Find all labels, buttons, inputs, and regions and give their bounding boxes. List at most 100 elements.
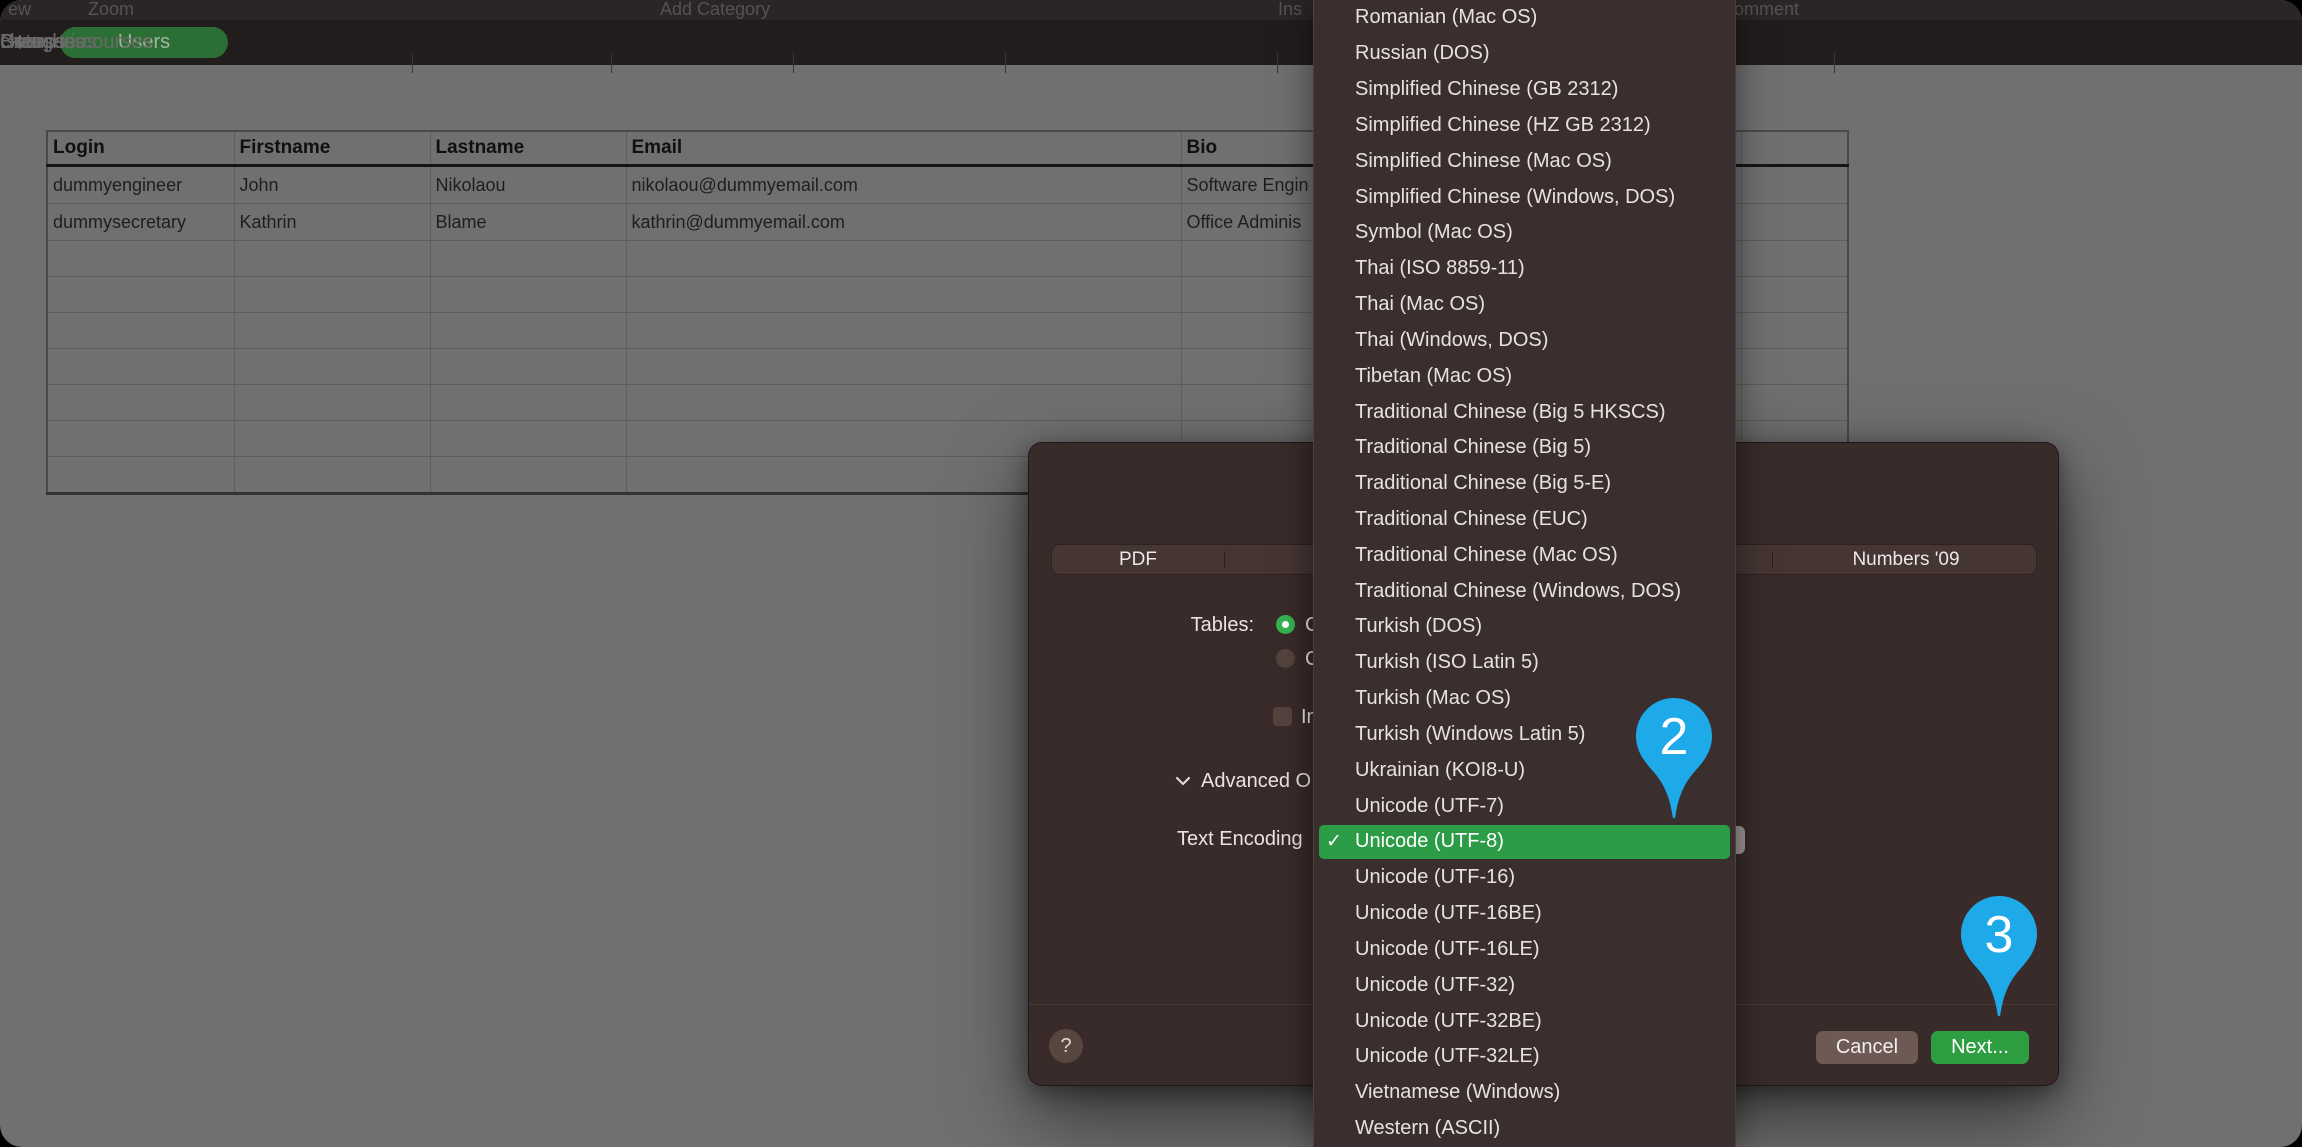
menu-item-label: Traditional Chinese (Big 5 HKSCS): [1355, 401, 1666, 424]
table-cell[interactable]: [1741, 277, 1848, 313]
menu-item[interactable]: ✓Western (ASCII): [1314, 1111, 1735, 1147]
tables-radio-unselected[interactable]: [1276, 649, 1295, 668]
menu-item[interactable]: ✓Turkish (ISO Latin 5): [1314, 645, 1735, 681]
table-cell[interactable]: [430, 241, 626, 277]
cancel-button[interactable]: Cancel: [1816, 1031, 1918, 1064]
menu-item[interactable]: ✓Unicode (UTF-16LE): [1314, 932, 1735, 968]
menu-item[interactable]: ✓Simplified Chinese (HZ GB 2312): [1314, 107, 1735, 143]
column-header[interactable]: Email: [626, 131, 1181, 166]
table-cell[interactable]: [430, 313, 626, 349]
menu-item[interactable]: ✓Unicode (UTF-32BE): [1314, 1003, 1735, 1039]
menu-item[interactable]: ✓Traditional Chinese (Big 5): [1314, 430, 1735, 466]
table-cell[interactable]: [1741, 241, 1848, 277]
table-cell[interactable]: [234, 277, 430, 313]
menu-item[interactable]: ✓Traditional Chinese (Big 5 HKSCS): [1314, 394, 1735, 430]
menu-item[interactable]: ✓Thai (ISO 8859-11): [1314, 251, 1735, 287]
include-checkbox[interactable]: [1273, 707, 1292, 726]
table-cell[interactable]: [626, 349, 1181, 385]
table-cell[interactable]: [1741, 385, 1848, 421]
callout-pin-2: 2: [1636, 698, 1712, 820]
menu-item-label: Traditional Chinese (Big 5-E): [1355, 472, 1611, 495]
menu-item[interactable]: ✓Unicode (UTF-16): [1314, 860, 1735, 896]
menu-item[interactable]: ✓Unicode (UTF-32LE): [1314, 1039, 1735, 1075]
menu-item[interactable]: ✓Russian (DOS): [1314, 36, 1735, 72]
table-cell[interactable]: [626, 385, 1181, 421]
tab-divider: [1834, 53, 1835, 73]
table-cell[interactable]: [626, 313, 1181, 349]
toolbar-item-insert[interactable]: Ins: [1278, 0, 1302, 20]
table-cell[interactable]: Kathrin: [234, 204, 430, 241]
sheet-tab-ches[interactable]: ches: [0, 20, 42, 65]
table-cell[interactable]: [234, 349, 430, 385]
menu-item[interactable]: ✓Thai (Windows, DOS): [1314, 322, 1735, 358]
table-cell[interactable]: nikolaou@dummyemail.com: [626, 166, 1181, 204]
menu-item[interactable]: ✓Unicode (UTF-32): [1314, 967, 1735, 1003]
table-cell[interactable]: Nikolaou: [430, 166, 626, 204]
table-cell[interactable]: Blame: [430, 204, 626, 241]
table-cell[interactable]: [47, 457, 234, 494]
menu-item[interactable]: ✓Traditional Chinese (EUC): [1314, 502, 1735, 538]
menu-item-label: Unicode (UTF-16BE): [1355, 902, 1542, 925]
table-cell[interactable]: [430, 349, 626, 385]
table-cell[interactable]: [47, 421, 234, 457]
table-cell[interactable]: [430, 421, 626, 457]
table-cell[interactable]: [47, 277, 234, 313]
next-button[interactable]: Next...: [1931, 1031, 2029, 1064]
toolbar-item-add-category[interactable]: Add Category: [660, 0, 770, 20]
table-cell[interactable]: [1741, 313, 1848, 349]
table-cell[interactable]: [1741, 349, 1848, 385]
column-header[interactable]: Firstname: [234, 131, 430, 166]
table-cell[interactable]: [234, 421, 430, 457]
column-header[interactable]: Login: [47, 131, 234, 166]
menu-item-label: Unicode (UTF-32BE): [1355, 1010, 1542, 1033]
table-cell[interactable]: [1741, 166, 1848, 204]
table-cell[interactable]: [47, 241, 234, 277]
menu-item-label: Western (ASCII): [1355, 1117, 1500, 1140]
menu-item[interactable]: ✓Simplified Chinese (Windows, DOS): [1314, 179, 1735, 215]
menu-item[interactable]: ✓Simplified Chinese (Mac OS): [1314, 143, 1735, 179]
table-cell[interactable]: [430, 385, 626, 421]
menu-item[interactable]: ✓Thai (Mac OS): [1314, 287, 1735, 323]
table-cell[interactable]: [626, 241, 1181, 277]
menu-item[interactable]: ✓Romanian (Mac OS): [1314, 0, 1735, 36]
table-cell[interactable]: [47, 385, 234, 421]
table-cell[interactable]: [430, 457, 626, 494]
table-cell[interactable]: [626, 277, 1181, 313]
toolbar-item-view[interactable]: ew: [8, 0, 31, 20]
toolbar-item-comment[interactable]: omment: [1734, 0, 1799, 20]
menu-item[interactable]: ✓Unicode (UTF-16BE): [1314, 896, 1735, 932]
menu-item[interactable]: ✓Traditional Chinese (Windows, DOS): [1314, 573, 1735, 609]
menu-item[interactable]: ✓Tibetan (Mac OS): [1314, 358, 1735, 394]
table-cell[interactable]: dummyengineer: [47, 166, 234, 204]
menu-item[interactable]: ✓Simplified Chinese (GB 2312): [1314, 72, 1735, 108]
segment-pdf[interactable]: PDF: [1119, 545, 1157, 574]
tables-radio-selected[interactable]: [1276, 615, 1295, 634]
chevron-down-icon[interactable]: [1175, 774, 1191, 792]
menu-item-label: Tibetan (Mac OS): [1355, 365, 1512, 388]
table-cell[interactable]: John: [234, 166, 430, 204]
table-cell[interactable]: [234, 385, 430, 421]
table-cell[interactable]: [1741, 204, 1848, 241]
table-cell[interactable]: [234, 241, 430, 277]
toolbar-item-zoom[interactable]: Zoom: [88, 0, 134, 20]
menu-item-label: Unicode (UTF-16): [1355, 866, 1515, 889]
menu-item[interactable]: ✓Symbol (Mac OS): [1314, 215, 1735, 251]
advanced-options-disclosure[interactable]: Advanced O: [1201, 770, 1311, 793]
table-cell[interactable]: [430, 277, 626, 313]
table-cell[interactable]: [234, 313, 430, 349]
table-cell[interactable]: kathrin@dummyemail.com: [626, 204, 1181, 241]
column-header[interactable]: Lastname: [430, 131, 626, 166]
menu-item[interactable]: ✓Turkish (DOS): [1314, 609, 1735, 645]
table-cell[interactable]: [47, 349, 234, 385]
menu-item[interactable]: ✓Traditional Chinese (Mac OS): [1314, 537, 1735, 573]
segment-numbers09[interactable]: Numbers '09: [1852, 545, 1959, 574]
menu-item[interactable]: ✓Vietnamese (Windows): [1314, 1075, 1735, 1111]
menu-item-selected[interactable]: ✓Unicode (UTF-8): [1314, 824, 1735, 860]
menu-item-label: Symbol (Mac OS): [1355, 221, 1513, 244]
table-cell[interactable]: [234, 457, 430, 494]
table-cell[interactable]: dummysecretary: [47, 204, 234, 241]
menu-item-label: Russian (DOS): [1355, 42, 1489, 65]
menu-item[interactable]: ✓Traditional Chinese (Big 5-E): [1314, 466, 1735, 502]
table-cell[interactable]: [47, 313, 234, 349]
help-button[interactable]: ?: [1049, 1029, 1083, 1063]
